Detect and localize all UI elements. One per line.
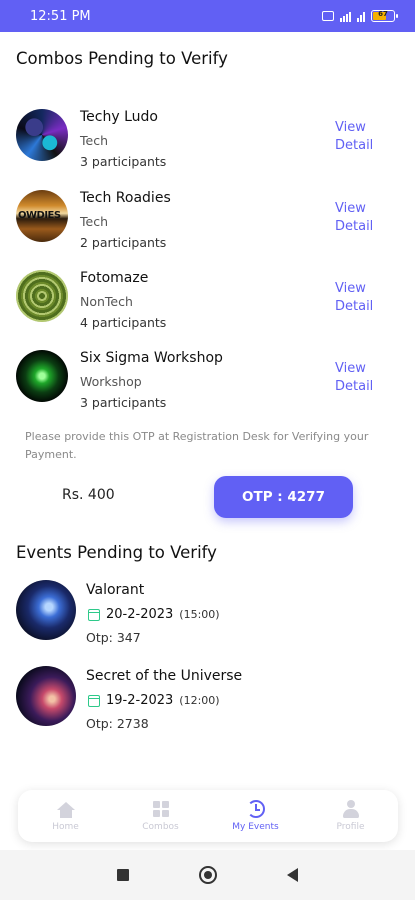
combo-participants: 2 participants — [80, 235, 167, 250]
combos-section-title: Combos Pending to Verify — [16, 49, 228, 68]
combo-amount: Rs. 400 — [62, 487, 115, 503]
recents-button[interactable] — [117, 869, 129, 881]
nav-label: Profile — [336, 822, 365, 832]
event-name: Valorant — [86, 582, 145, 598]
person-icon — [342, 800, 360, 818]
view-detail-link[interactable]: View Detail — [335, 360, 395, 396]
view-detail-link[interactable]: View Detail — [335, 200, 395, 236]
event-otp: Otp: 347 — [86, 630, 141, 645]
combo-participants: 3 participants — [80, 154, 167, 169]
event-avatar-secret-universe — [16, 666, 76, 726]
combo-avatar-techy-ludo — [16, 109, 68, 161]
view-detail-link[interactable]: View Detail — [335, 119, 395, 155]
grid-icon — [152, 800, 170, 818]
event-date-row: 20-2-2023 (15:00) — [88, 607, 220, 622]
combo-avatar-six-sigma — [16, 350, 68, 402]
avatar-text: OWDIES — [18, 210, 61, 221]
battery-level: 67 — [378, 10, 388, 18]
event-otp: Otp: 2738 — [86, 716, 149, 731]
nav-item-profile[interactable]: Profile — [303, 790, 398, 842]
signal-icon — [340, 11, 351, 22]
history-icon — [246, 800, 265, 818]
status-bar: 12:51 PM 67 — [0, 0, 415, 32]
combo-participants: 4 participants — [80, 315, 167, 330]
combo-category: Tech — [80, 214, 108, 229]
nav-label: Home — [52, 822, 79, 832]
combo-name: Tech Roadies — [80, 190, 171, 206]
nav-item-combos[interactable]: Combos — [113, 790, 208, 842]
nav-label: Combos — [142, 822, 179, 832]
event-item: Valorant 20-2-2023 (15:00) Otp: 347 — [16, 580, 401, 650]
calendar-icon — [88, 608, 100, 621]
combo-name: Six Sigma Workshop — [80, 350, 223, 366]
nav-item-my-events[interactable]: My Events — [208, 790, 303, 842]
battery-icon: 67 — [371, 10, 398, 22]
calendar-icon — [88, 694, 100, 707]
combo-item: Six Sigma Workshop Workshop 3 participan… — [16, 350, 401, 412]
combo-name: Techy Ludo — [80, 109, 158, 125]
event-item: Secret of the Universe 19-2-2023 (12:00)… — [16, 666, 401, 736]
event-avatar-valorant — [16, 580, 76, 640]
combo-category: Workshop — [80, 374, 142, 389]
combo-item: Techy Ludo Tech 3 participants View Deta… — [16, 109, 401, 171]
combo-avatar-fotomaze — [16, 270, 68, 322]
event-time: (15:00) — [179, 608, 220, 621]
nav-item-home[interactable]: Home — [18, 790, 113, 842]
combo-name: Fotomaze — [80, 270, 149, 286]
combo-avatar-tech-roadies: OWDIES — [16, 190, 68, 242]
otp-button[interactable]: OTP : 4277 — [214, 476, 353, 518]
home-icon — [56, 800, 75, 818]
home-button[interactable] — [199, 866, 217, 884]
event-date-row: 19-2-2023 (12:00) — [88, 693, 220, 708]
nav-label: My Events — [232, 822, 279, 832]
bottom-nav: Home Combos My Events Profile — [18, 790, 398, 842]
event-name: Secret of the Universe — [86, 668, 243, 684]
event-date: 20-2-2023 — [106, 607, 174, 622]
sim-icon — [322, 11, 334, 21]
status-icons: 67 — [322, 10, 398, 22]
combo-participants: 3 participants — [80, 395, 167, 410]
otp-note: Please provide this OTP at Registration … — [25, 430, 369, 461]
events-section-title: Events Pending to Verify — [16, 543, 217, 562]
combo-category: NonTech — [80, 294, 133, 309]
wifi-signal-icon — [357, 11, 365, 22]
system-nav-bar — [0, 850, 415, 900]
status-time: 12:51 PM — [30, 8, 91, 24]
view-detail-link[interactable]: View Detail — [335, 280, 395, 316]
combo-category: Tech — [80, 133, 108, 148]
combo-item: Fotomaze NonTech 4 participants View Det… — [16, 270, 401, 332]
back-button[interactable] — [287, 868, 298, 882]
combo-item: OWDIES Tech Roadies Tech 2 participants … — [16, 190, 401, 252]
event-date: 19-2-2023 — [106, 693, 174, 708]
event-time: (12:00) — [179, 694, 220, 707]
